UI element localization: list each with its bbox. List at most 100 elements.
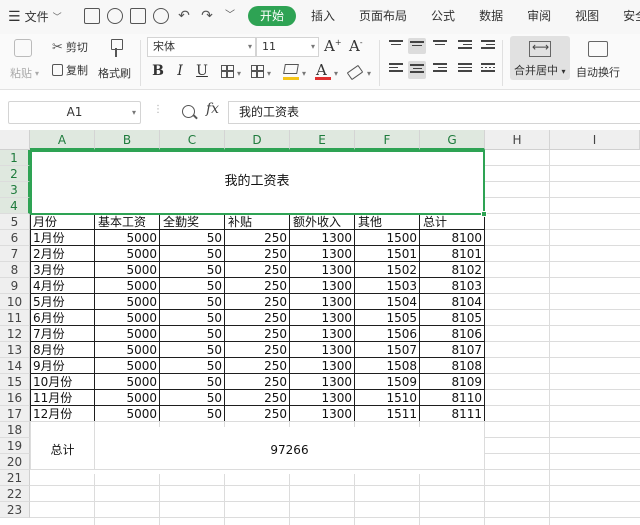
bold-icon[interactable]: B <box>149 63 167 79</box>
cell-E10[interactable]: 1300 <box>290 294 354 310</box>
format-painter-button[interactable]: 格式刷 <box>98 65 131 81</box>
cell-A5[interactable]: 月份 <box>30 214 94 230</box>
cell-style-icon[interactable] <box>251 65 264 78</box>
cell-D7[interactable]: 250 <box>225 246 289 262</box>
align-middle-icon[interactable] <box>408 38 426 54</box>
border-icon[interactable] <box>221 65 234 78</box>
cell-C10[interactable]: 50 <box>160 294 224 310</box>
cell-A15[interactable]: 10月份 <box>30 374 94 390</box>
cell-G6[interactable]: 8100 <box>420 230 484 246</box>
cell-E17[interactable]: 1300 <box>290 406 354 422</box>
column-header-C[interactable]: C <box>160 130 225 150</box>
cell-E14[interactable]: 1300 <box>290 358 354 374</box>
row-header-8[interactable]: 8 <box>0 262 30 278</box>
merge-center-button[interactable]: 合并居中 ▾ <box>510 36 570 80</box>
chevron-down-icon[interactable]: ▾ <box>367 69 371 78</box>
file-menu[interactable]: ☰ 文件 ﹀ <box>8 8 62 25</box>
cell-E7[interactable]: 1300 <box>290 246 354 262</box>
save-icon[interactable] <box>84 8 100 24</box>
cell-G9[interactable]: 8103 <box>420 278 484 294</box>
cell-D8[interactable]: 250 <box>225 262 289 278</box>
redo-icon[interactable]: ↷ <box>199 8 215 24</box>
row-header-13[interactable]: 13 <box>0 342 30 358</box>
cell-G12[interactable]: 8106 <box>420 326 484 342</box>
wrap-text-icon[interactable] <box>588 41 608 57</box>
row-header-16[interactable]: 16 <box>0 390 30 406</box>
cell-D16[interactable]: 250 <box>225 390 289 406</box>
cell-B17[interactable]: 5000 <box>95 406 159 422</box>
cell-B5[interactable]: 基本工资 <box>95 214 159 230</box>
cell-G5[interactable]: 总计 <box>420 214 484 230</box>
cell-A7[interactable]: 2月份 <box>30 246 94 262</box>
cell-F11[interactable]: 1505 <box>355 310 419 326</box>
cell-E9[interactable]: 1300 <box>290 278 354 294</box>
formula-input[interactable]: 我的工资表 <box>228 101 640 124</box>
column-header-B[interactable]: B <box>95 130 160 150</box>
row-header-22[interactable]: 22 <box>0 486 30 502</box>
cell-A13[interactable]: 8月份 <box>30 342 94 358</box>
cell-A6[interactable]: 1月份 <box>30 230 94 246</box>
row-header-1[interactable]: 1 <box>0 150 30 166</box>
cell-F16[interactable]: 1510 <box>355 390 419 406</box>
cell-D5[interactable]: 补贴 <box>225 214 289 230</box>
fill-handle[interactable] <box>481 211 487 217</box>
tab-5[interactable]: 审阅 <box>518 6 560 26</box>
decrease-font-icon[interactable]: A- <box>349 37 363 55</box>
align-center-icon[interactable] <box>408 61 426 79</box>
column-header-D[interactable]: D <box>225 130 290 150</box>
print-preview-icon[interactable] <box>153 8 169 24</box>
increase-indent-icon[interactable] <box>481 40 495 52</box>
cell-B16[interactable]: 5000 <box>95 390 159 406</box>
cell-A11[interactable]: 6月份 <box>30 310 94 326</box>
cell-A12[interactable]: 7月份 <box>30 326 94 342</box>
tab-3[interactable]: 公式 <box>422 6 464 26</box>
total-value-cell[interactable]: 97266 <box>95 426 484 474</box>
cell-F8[interactable]: 1502 <box>355 262 419 278</box>
cell-F5[interactable]: 其他 <box>355 214 419 230</box>
tab-1[interactable]: 插入 <box>302 6 344 26</box>
cell-A8[interactable]: 3月份 <box>30 262 94 278</box>
total-label-cell[interactable]: 总计 <box>30 426 95 474</box>
cell-C9[interactable]: 50 <box>160 278 224 294</box>
chevron-down-icon[interactable]: ▾ <box>267 69 271 78</box>
cell-C11[interactable]: 50 <box>160 310 224 326</box>
print-icon[interactable] <box>130 8 146 24</box>
increase-font-icon[interactable]: A+ <box>324 37 342 55</box>
cell-G8[interactable]: 8102 <box>420 262 484 278</box>
underline-icon[interactable]: U <box>193 63 211 79</box>
cell-C6[interactable]: 50 <box>160 230 224 246</box>
align-right-icon[interactable] <box>433 63 447 75</box>
drag-handle-icon[interactable]: ⋮ <box>153 104 163 115</box>
row-header-2[interactable]: 2 <box>0 166 30 182</box>
undo-icon[interactable]: ↶ <box>176 8 192 24</box>
cell-B7[interactable]: 5000 <box>95 246 159 262</box>
cell-D9[interactable]: 250 <box>225 278 289 294</box>
select-all-corner[interactable] <box>0 130 30 150</box>
row-header-21[interactable]: 21 <box>0 470 30 486</box>
row-header-10[interactable]: 10 <box>0 294 30 310</box>
cell-B11[interactable]: 5000 <box>95 310 159 326</box>
cell-F6[interactable]: 1500 <box>355 230 419 246</box>
cell-F17[interactable]: 1511 <box>355 406 419 422</box>
cell-G17[interactable]: 8111 <box>420 406 484 422</box>
cell-F14[interactable]: 1508 <box>355 358 419 374</box>
more-icon[interactable]: ﹀ <box>222 8 238 24</box>
cell-A9[interactable]: 4月份 <box>30 278 94 294</box>
cell-F7[interactable]: 1501 <box>355 246 419 262</box>
row-header-17[interactable]: 17 <box>0 406 30 422</box>
chevron-down-icon[interactable]: ▾ <box>334 69 338 78</box>
cell-D10[interactable]: 250 <box>225 294 289 310</box>
row-header-3[interactable]: 3 <box>0 182 30 198</box>
cell-D6[interactable]: 250 <box>225 230 289 246</box>
cell-B13[interactable]: 5000 <box>95 342 159 358</box>
clear-format-icon[interactable] <box>346 64 364 81</box>
cell-C12[interactable]: 50 <box>160 326 224 342</box>
cell-G13[interactable]: 8107 <box>420 342 484 358</box>
cell-E11[interactable]: 1300 <box>290 310 354 326</box>
insert-function-icon[interactable]: fx <box>206 101 219 117</box>
row-header-7[interactable]: 7 <box>0 246 30 262</box>
column-header-I[interactable]: I <box>550 130 640 150</box>
cell-E16[interactable]: 1300 <box>290 390 354 406</box>
cell-C14[interactable]: 50 <box>160 358 224 374</box>
cell-C8[interactable]: 50 <box>160 262 224 278</box>
